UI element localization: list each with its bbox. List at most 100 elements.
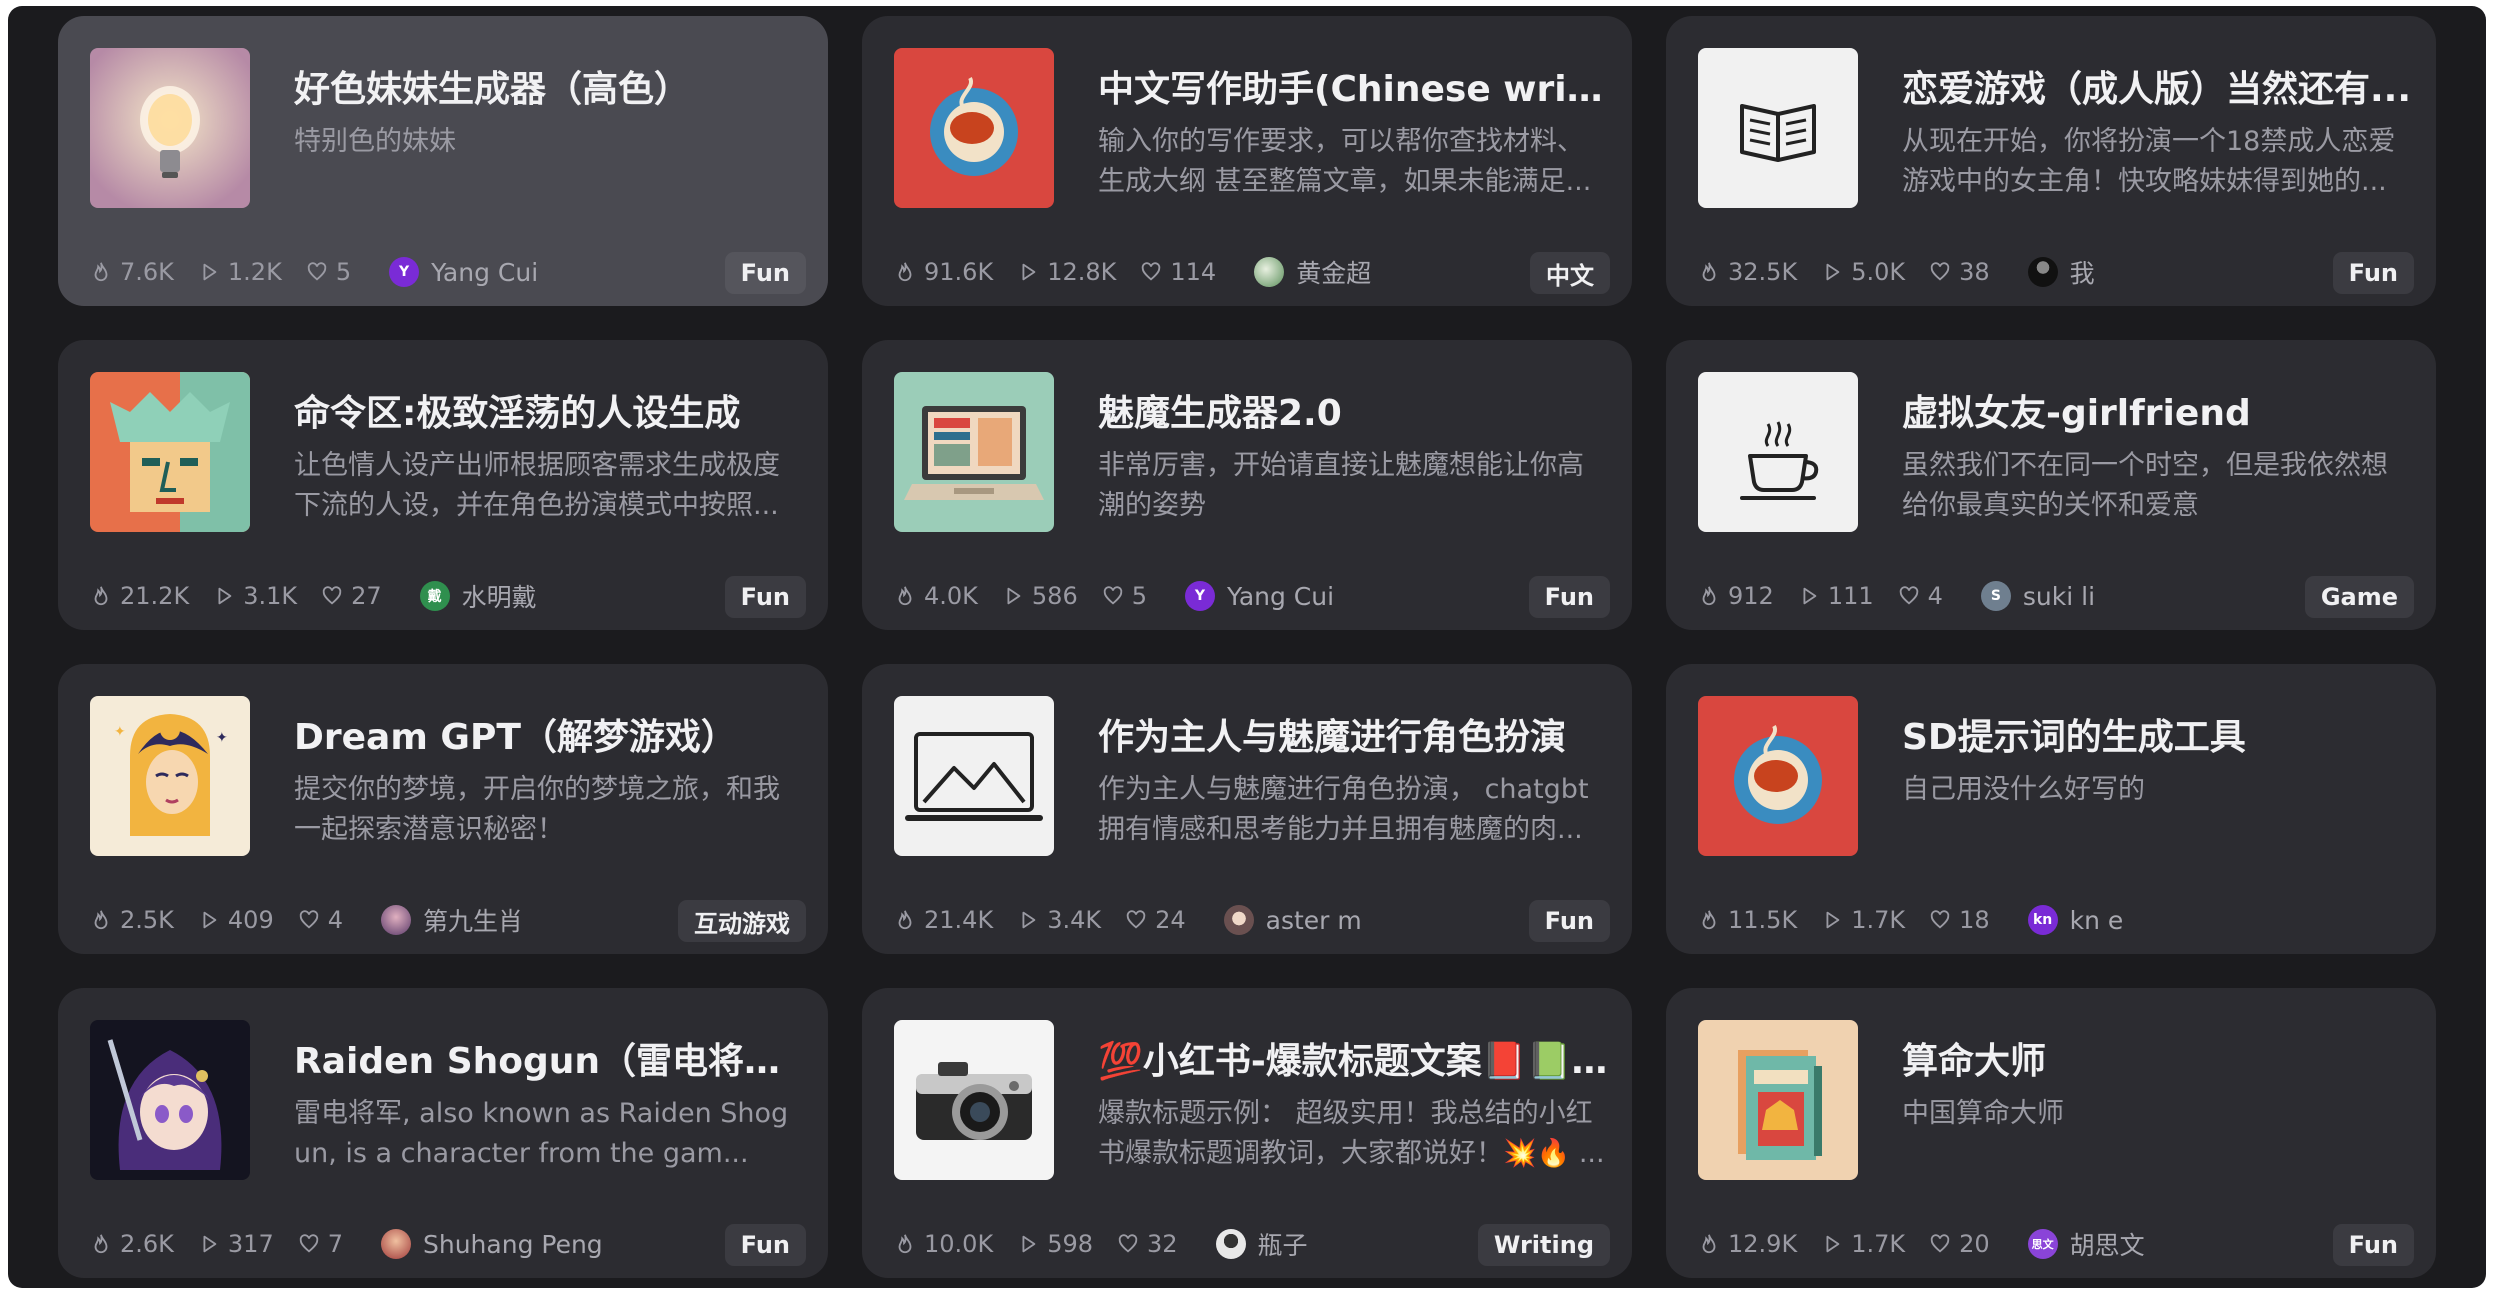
likes-stat[interactable]: 24 [1125,906,1186,934]
category-tag[interactable]: Writing [1477,1224,1610,1266]
category-tag[interactable]: Fun [724,252,806,294]
fire-icon [94,1234,108,1254]
category-tag[interactable]: Game [2304,576,2414,618]
views-stat: 7.6K [90,258,174,286]
views-stat: 4.0K [894,582,978,610]
fortune-book-thumbnail [1698,1020,1858,1180]
card-description: 雷电将军, also known as Raiden Shogun, is a … [294,1098,789,1169]
fire-icon [94,262,108,282]
runs-count: 1.7K [1851,906,1906,934]
heart-icon [1899,586,1918,605]
prompt-card[interactable]: SD提示词的生成工具 自己用没什么好写的 11.5K 1.7K 18 kn kn … [1666,664,2436,954]
runs-stat: 586 [1002,582,1078,610]
hot-cup-thumbnail [1698,372,1858,532]
author-name: kn e [2069,905,2124,935]
author[interactable]: aster m [1223,905,1362,935]
card-stats: 10.0K 598 32 瓶子 [894,1224,1308,1264]
author[interactable]: Y Yang Cui [1185,581,1334,611]
prompt-card[interactable]: 💯小红书-爆款标题文案📕📗... 爆款标题示例： 超级实用！我总结的小红书爆款标… [862,988,1632,1278]
card-stats: 11.5K 1.7K 18 kn kn e [1698,900,2123,940]
play-icon [1803,587,1817,605]
prompt-card[interactable]: 命令区:极致淫荡的人设生成 让色情人设产出师根据顾客需求生成极度下流的人设，并在… [58,340,828,630]
avatar: S [1980,581,2011,611]
avatar [1254,257,1285,287]
card-description: 让色情人设产出师根据顾客需求生成极度下流的人设，并在角色扮演模式中按照... [294,450,780,521]
card-stats: 7.6K 1.2K 5 Y Yang Cui [90,252,538,292]
runs-count: 317 [227,1230,274,1258]
author[interactable]: 我 [2027,254,2095,290]
card-title: 恋爱游戏（成人版）当然还有... [1902,69,2412,110]
views-count: 4.0K [924,582,978,610]
card-stats: 2.6K 317 7 Shuhang Peng [90,1224,603,1264]
author-name: aster m [1265,905,1362,935]
category-tag[interactable]: Fun [1528,900,1610,942]
likes-count: 4 [1927,582,1943,610]
category-tag[interactable]: Fun [1528,576,1610,618]
author[interactable]: 黄金超 [1254,254,1371,290]
author-name: Shuhang Peng [423,1229,603,1259]
card-description: 爆款标题示例： 超级实用！我总结的小红书爆款标题调教词，大家都说好！💥🔥 ... [1098,1098,1605,1169]
likes-count: 18 [1959,906,1990,934]
likes-stat[interactable]: 18 [1929,906,1990,934]
likes-stat[interactable]: 38 [1929,258,1990,286]
heart-icon [1930,1234,1950,1253]
author[interactable]: 戴水明戴 [419,578,537,614]
category-tag[interactable]: 互动游戏 [678,900,806,942]
category-tag[interactable]: Fun [724,1224,806,1266]
likes-stat[interactable]: 32 [1117,1230,1178,1258]
likes-stat[interactable]: 27 [321,582,382,610]
author[interactable]: Ssuki li [1980,581,2096,611]
fire-icon [94,586,108,606]
views-count: 10.0K [924,1230,994,1258]
views-stat: 32.5K [1698,258,1797,286]
card-description: 虽然我们不在同一个时空，但是我依然想给你最真实的关怀和爱意 [1902,450,2388,521]
category-tag[interactable]: Fun [724,576,806,618]
category-tag[interactable]: Fun [2332,252,2414,294]
card-title: 命令区:极致淫荡的人设生成 [294,393,741,434]
heart-icon [1142,262,1161,281]
views-stat: 12.9K [1698,1230,1797,1258]
fire-icon [94,910,108,930]
prompt-card[interactable]: 作为主人与魅魔进行角色扮演 作为主人与魅魔进行角色扮演， chatgbt拥有情感… [862,664,1632,954]
likes-stat[interactable]: 5 [1102,582,1147,610]
views-count: 7.6K [120,258,174,286]
likes-stat[interactable]: 114 [1140,258,1216,286]
anime-character-thumbnail [90,1020,250,1180]
likes-stat[interactable]: 4 [298,906,343,934]
abstract-face-thumbnail [90,372,250,532]
author[interactable]: 瓶子 [1215,1226,1308,1262]
views-count: 11.5K [1728,906,1798,934]
likes-count: 4 [327,906,343,934]
prompt-card[interactable]: 好色妹妹生成器（高色） 特别色的妹妹 7.6K 1.2K 5 Y Yang Cui… [58,16,828,306]
runs-stat: 598 [1017,1230,1093,1258]
heart-icon [1126,910,1146,929]
category-tag[interactable]: 中文 [1530,252,1610,294]
author-name: suki li [2022,581,2096,611]
avatar [2027,257,2058,287]
author[interactable]: 思文 胡思文 [2027,1226,2145,1262]
card-description: 特别色的妹妹 [294,126,456,157]
prompt-card[interactable]: ✦ ✦ Dream GPT（解梦游戏） 提交你的梦境，开启你的梦境之旅，和我一起… [58,664,828,954]
fire-icon [1702,910,1716,930]
likes-stat[interactable]: 4 [1898,582,1943,610]
runs-stat: 1.7K [1821,906,1905,934]
prompt-card[interactable]: 算命大师 中国算命大师 12.9K 1.7K 20 思文 胡思文 Fun [1666,988,2436,1278]
views-count: 12.9K [1728,1230,1798,1258]
prompt-card[interactable]: 魅魔生成器2.0 非常厉害，开始请直接让魅魔想能让你高潮的姿势 4.0K 586… [862,340,1632,630]
category-tag[interactable]: Fun [2332,1224,2414,1266]
author-name: 黄金超 [1296,259,1372,288]
avatar [381,1229,411,1259]
likes-stat[interactable]: 20 [1929,1230,1990,1258]
prompt-card[interactable]: 中文写作助手(Chinese writi... 输入你的写作要求，可以帮你查找材… [862,16,1632,306]
author[interactable]: Y Yang Cui [389,257,538,287]
svg-text:✦: ✦ [216,730,228,746]
likes-stat[interactable]: 7 [298,1230,343,1258]
prompt-card[interactable]: 虚拟女友-girlfriend 虽然我们不在同一个时空，但是我依然想给你最真实的… [1666,340,2436,630]
author[interactable]: kn kn e [2027,905,2124,935]
likes-count: 114 [1170,258,1217,286]
author[interactable]: Shuhang Peng [381,1229,603,1259]
prompt-card[interactable]: Raiden Shogun（雷电将军） 雷电将军, also known as … [58,988,828,1278]
likes-stat[interactable]: 5 [306,258,351,286]
prompt-card[interactable]: 恋爱游戏（成人版）当然还有... 从现在开始，你将扮演一个18禁成人恋爱游戏中的… [1666,16,2436,306]
author[interactable]: 第九生肖 [381,902,523,938]
